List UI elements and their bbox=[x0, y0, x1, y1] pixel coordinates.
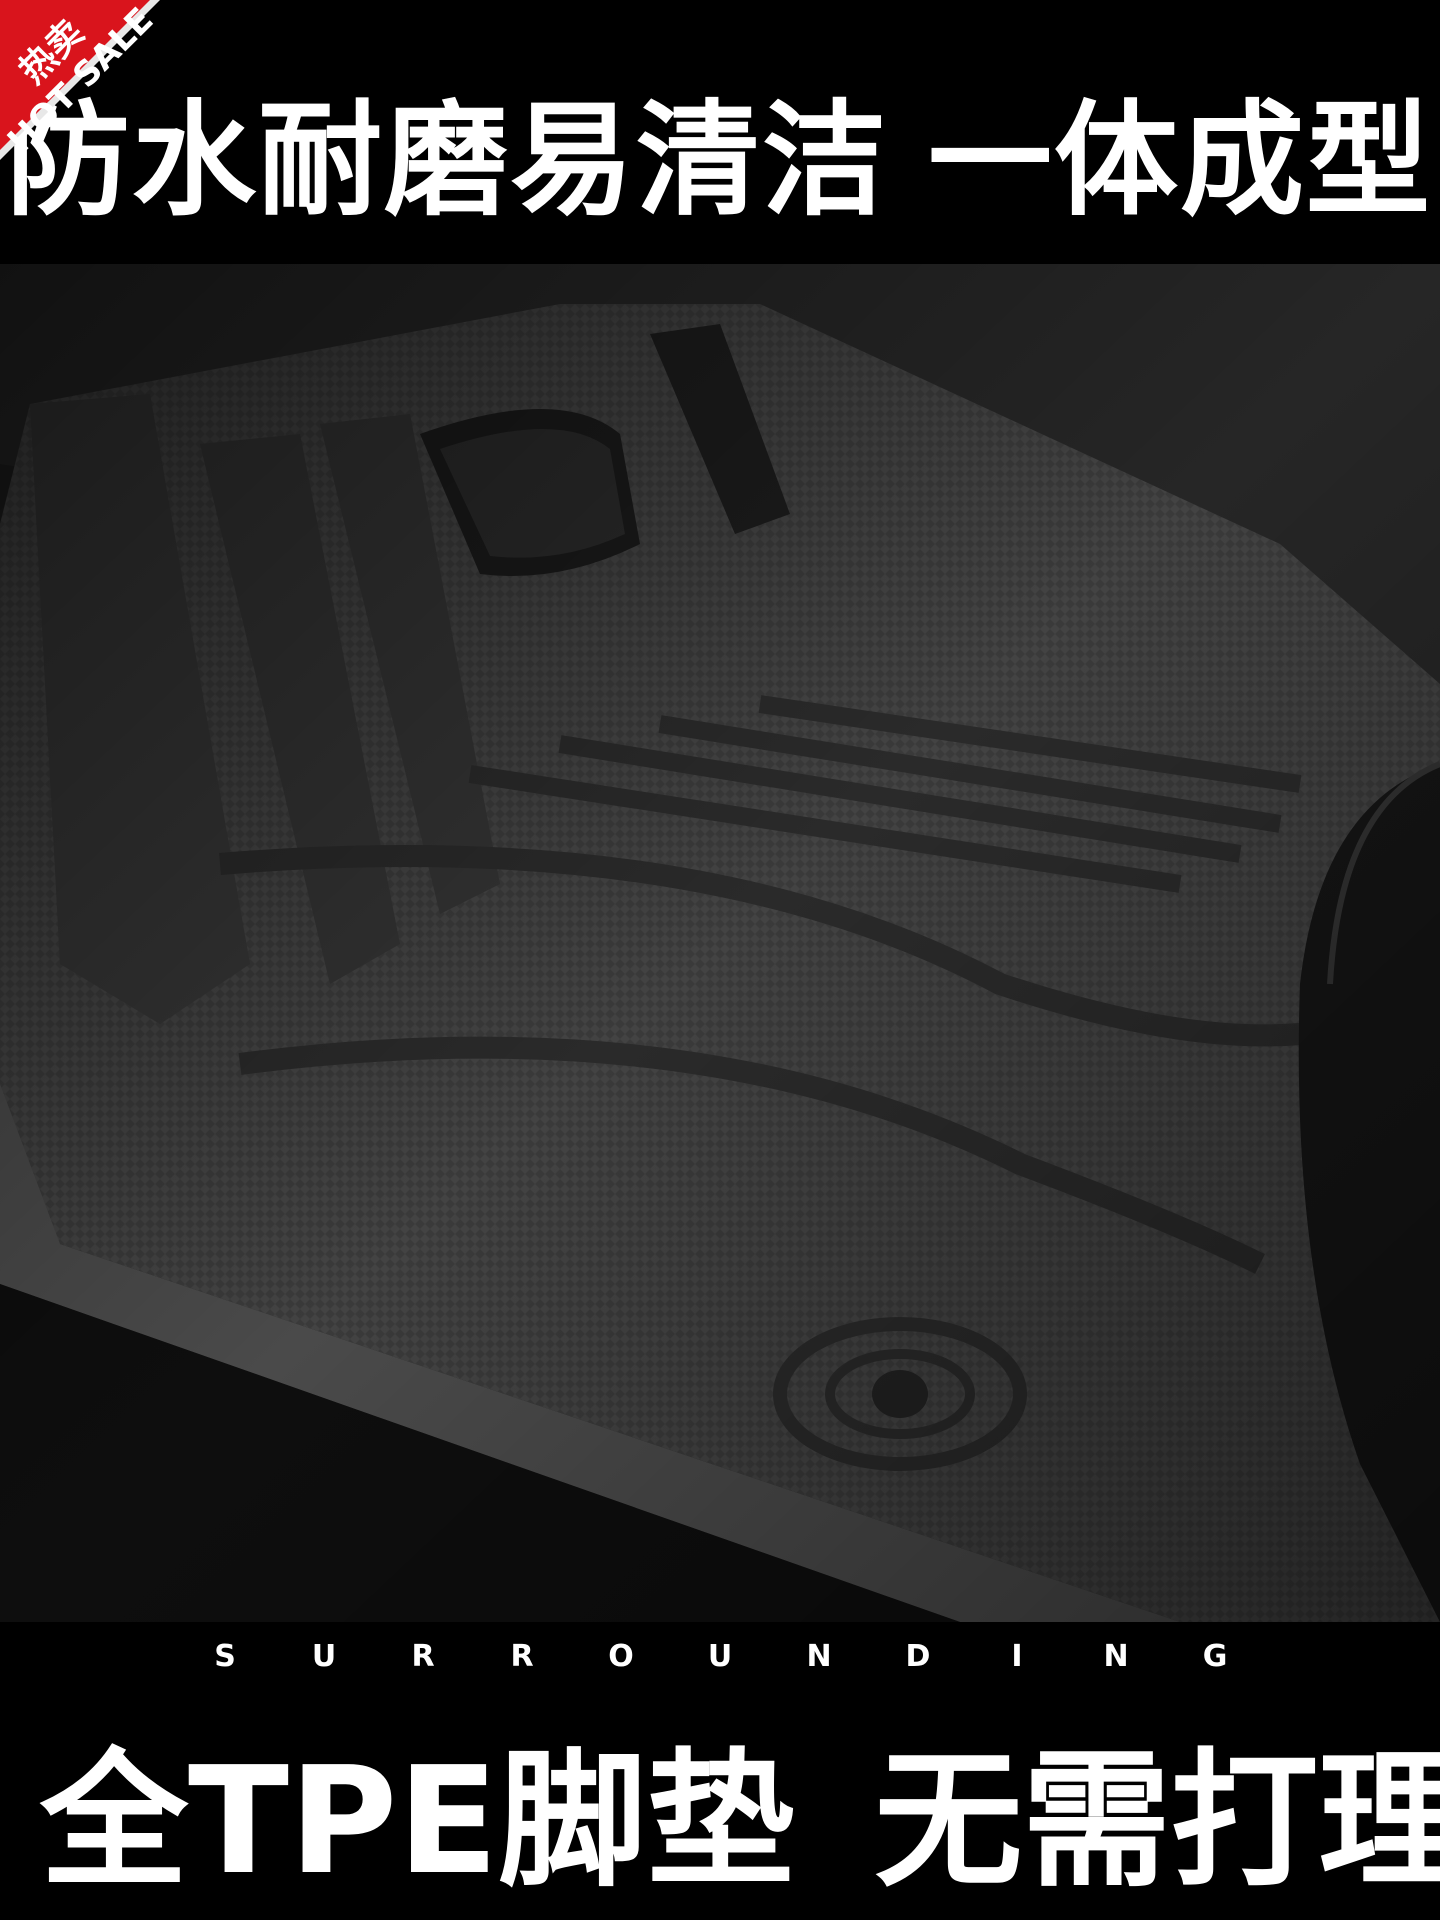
car-floor-mat-icon bbox=[0, 264, 1440, 1622]
surround-letter: R bbox=[411, 1638, 435, 1674]
surround-letter: I bbox=[1011, 1638, 1023, 1674]
surround-letter: R bbox=[510, 1638, 534, 1674]
bottom-slogan: 全TPE脚垫 无需打理 bbox=[40, 1746, 1440, 1896]
surrounding-word: S U R R O U N D I N G bbox=[0, 1622, 1440, 1690]
surrounding-strip: S U R R O U N D I N G bbox=[0, 1622, 1440, 1690]
slogan-right: 无需打理 bbox=[874, 1735, 1440, 1907]
surround-letter: U bbox=[311, 1638, 337, 1674]
bottom-band: 全TPE脚垫 无需打理 bbox=[0, 1690, 1440, 1920]
surround-letter: G bbox=[1202, 1638, 1228, 1674]
hot-sale-badge: 热卖 HOT SALE bbox=[0, 0, 210, 210]
floor-mat-photo bbox=[0, 264, 1440, 1622]
surround-letter: O bbox=[608, 1638, 634, 1674]
surround-letter: N bbox=[806, 1638, 832, 1674]
slogan-left: 全TPE脚垫 bbox=[40, 1735, 795, 1907]
surround-letter: S bbox=[214, 1638, 236, 1674]
headline-band: 防水耐磨易清洁 一体成型 bbox=[0, 0, 1440, 264]
surround-letter: N bbox=[1103, 1638, 1129, 1674]
headline: 防水耐磨易清洁 一体成型 bbox=[0, 96, 1440, 226]
surround-letter: U bbox=[707, 1638, 733, 1674]
headline-right: 一体成型 bbox=[927, 89, 1432, 233]
surround-letter: D bbox=[905, 1638, 931, 1674]
